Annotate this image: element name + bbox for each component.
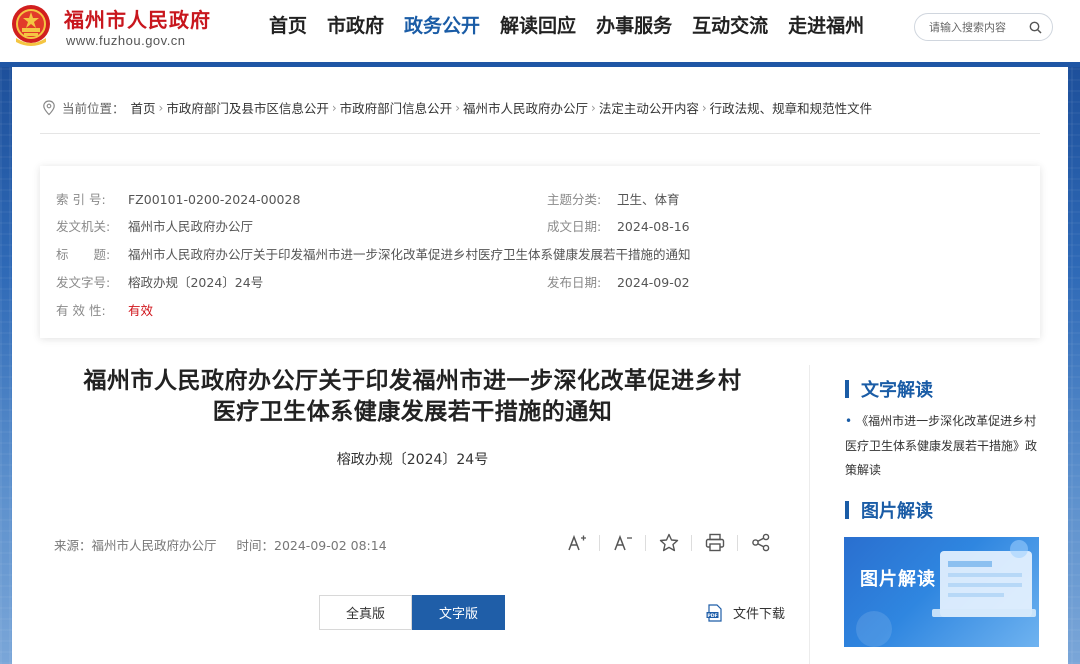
picture-card-label: 图片解读 [860,569,936,590]
nav-home[interactable]: 首页 [259,13,317,39]
meta-docno-label: 发文字号: [56,275,111,290]
article-document-number: 榕政办规〔2024〕24号 [336,452,489,468]
article-source: 来源：福州市人民政府办公厅 [54,538,217,553]
version-tabs: 全真版 文字版 [319,595,505,630]
breadcrumb-separator: › [331,100,337,115]
meta-topic-value: 卫生、体育 [616,192,680,207]
article-toolbar [565,531,772,554]
breadcrumb-separator: › [701,100,707,115]
file-download-label: 文件下载 [733,607,786,622]
meta-written-date-row: 成文日期: 2024-08-16 [547,216,690,235]
article-source-line: 来源：福州市人民政府办公厅 时间：2024-09-02 08:14 [54,535,391,554]
meta-topic-label: 主题分类: [547,192,602,207]
meta-validity-value: 有效 [127,303,153,318]
meta-validity-row: 有 效 性: 有效 [56,300,153,319]
breadcrumb: 当前位置： 首页 › 市政府部门及县市区信息公开 › 市政府部门信息公开 › 福… [42,98,872,117]
breadcrumb-separator: › [158,100,164,115]
meta-published-date-row: 发布日期: 2024-09-02 [547,272,690,291]
meta-validity-label: 有 效 性: [56,303,106,318]
breadcrumb-home[interactable]: 首页 [131,98,156,117]
nav-about-fuzhou[interactable]: 走进福州 [778,13,874,39]
meta-issuer-label: 发文机关: [56,219,111,234]
nav-city-government[interactable]: 市政府 [317,13,394,39]
favorite-button[interactable] [657,531,680,554]
toolbar-divider [691,534,692,551]
meta-written-date-label: 成文日期: [547,219,602,234]
tab-full-version[interactable]: 全真版 [319,595,412,630]
meta-index-label: 索 引 号: [56,192,106,207]
file-download-link[interactable]: PDF 文件下载 [706,603,785,622]
emblem-icon[interactable] [10,4,52,48]
toolbar-divider [645,534,646,551]
meta-docno-value: 榕政办规〔2024〕24号 [127,275,264,290]
nav-government-affairs[interactable]: 政务公开 [394,13,490,39]
site-header: 福州市人民政府 www.fuzhou.gov.cn 首页 市政府 政务公开 解读… [0,0,1080,62]
pdf-icon: PDF [706,603,722,622]
article-title: 福州市人民政府办公厅关于印发福州市进一步深化改革促进乡村 医疗卫生体系健康发展若… [40,366,785,428]
location-pin-icon [43,99,55,115]
sidebar-policy-interpretation-link[interactable]: • 《福州市进一步深化改革促进乡村医疗卫生体系健康发展若干措施》政策解读 [845,409,1045,483]
print-icon [705,533,724,552]
toolbar-divider [599,534,600,551]
site-name[interactable]: 福州市人民政府 [64,4,211,33]
search-box [914,13,1053,41]
font-decrease-icon [613,534,632,550]
nav-interpretation[interactable]: 解读回应 [490,13,586,39]
font-decrease-button[interactable] [611,531,634,554]
meta-index-value: FZ00101-0200-2024-00028 [127,192,301,207]
site-url[interactable]: www.fuzhou.gov.cn [66,33,186,48]
bullet-icon: • [845,414,853,428]
tab-text-version[interactable]: 文字版 [412,595,505,630]
svg-text:PDF: PDF [707,612,717,618]
font-increase-icon [567,534,586,550]
meta-title-label: 标 题: [56,247,111,262]
sidebar-text-interpretation-title: 文字解读 [861,380,933,401]
print-button[interactable] [703,531,726,554]
sidebar-policy-interpretation-text: 《福州市进一步深化改革促进乡村医疗卫生体系健康发展若干措施》政策解读 [845,414,1038,477]
breadcrumb-divider [40,133,1040,134]
meta-title-row: 标 题: 福州市人民政府办公厅关于印发福州市进一步深化改革促进乡村医疗卫生体系健… [56,244,691,263]
heading-accent-bar [845,501,849,519]
article-title-line-2: 医疗卫生体系健康发展若干措施的通知 [212,399,613,425]
picture-card-illustration [856,540,1036,647]
meta-published-date-value: 2024-09-02 [616,275,690,290]
article-publish-time: 时间：2024-09-02 08:14 [236,538,387,553]
meta-index-row: 索 引 号: FZ00101-0200-2024-00028 [56,189,300,208]
breadcrumb-general-office[interactable]: 福州市人民政府办公厅 [463,98,588,117]
main-nav: 首页 市政府 政务公开 解读回应 办事服务 互动交流 走进福州 [259,13,874,39]
nav-interaction[interactable]: 互动交流 [682,13,778,39]
font-increase-button[interactable] [565,531,588,554]
search-icon[interactable] [1029,21,1042,34]
meta-issuer-row: 发文机关: 福州市人民政府办公厅 [56,216,253,235]
article-title-line-1: 福州市人民政府办公厅关于印发福州市进一步深化改革促进乡村 [83,368,742,394]
toolbar-divider [737,534,738,551]
share-icon [751,533,769,552]
share-button[interactable] [749,531,772,554]
sidebar-text-interpretation-heading: 文字解读 [845,376,933,402]
meta-published-date-label: 发布日期: [547,275,602,290]
search-input[interactable] [929,19,1029,36]
breadcrumb-statutory-disclosure[interactable]: 法定主动公开内容 [599,98,699,117]
star-icon [659,533,678,552]
breadcrumb-departments-districts[interactable]: 市政府部门及县市区信息公开 [166,98,329,117]
meta-title-value: 福州市人民政府办公厅关于印发福州市进一步深化改革促进乡村医疗卫生体系健康发展若干… [127,247,691,262]
meta-docno-row: 发文字号: 榕政办规〔2024〕24号 [56,272,263,291]
breadcrumb-prefix: 当前位置： [62,101,125,116]
picture-interpretation-card[interactable]: 图片解读 [844,537,1039,647]
meta-topic-row: 主题分类: 卫生、体育 [547,189,680,208]
breadcrumb-departments[interactable]: 市政府部门信息公开 [340,98,453,117]
breadcrumb-regulations[interactable]: 行政法规、规章和规范性文件 [710,98,873,117]
meta-written-date-value: 2024-08-16 [616,219,690,234]
content-sidebar-divider [809,365,810,664]
meta-issuer-value: 福州市人民政府办公厅 [127,219,253,234]
sidebar-picture-interpretation-heading: 图片解读 [845,497,933,523]
heading-accent-bar [845,380,849,398]
breadcrumb-separator: › [591,100,596,115]
nav-services[interactable]: 办事服务 [586,13,682,39]
breadcrumb-separator: › [455,100,460,115]
sidebar-picture-interpretation-title: 图片解读 [861,501,933,522]
